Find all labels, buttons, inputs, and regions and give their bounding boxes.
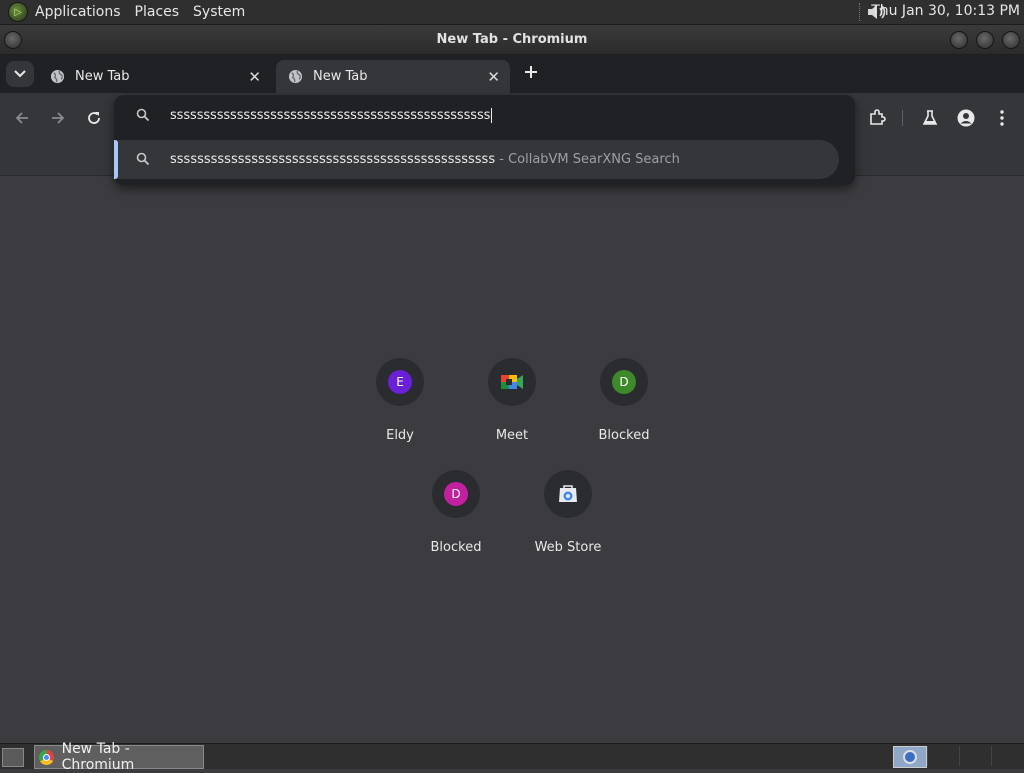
account-icon <box>957 109 975 127</box>
shortcut-label: Meet <box>495 428 529 443</box>
profile-button[interactable] <box>955 107 977 129</box>
google-meet-icon <box>501 375 523 389</box>
menu-button[interactable] <box>991 107 1013 129</box>
minimize-button[interactable] <box>950 31 968 49</box>
chevron-down-icon <box>14 70 26 78</box>
puzzle-icon <box>870 109 886 125</box>
flask-icon <box>922 110 938 125</box>
reload-icon <box>88 112 100 124</box>
clock[interactable]: Thu Jan 30, 10:13 PM <box>871 3 1020 19</box>
arrow-right-icon <box>52 112 65 124</box>
shortcut-label: Eldy <box>386 428 414 443</box>
workspace-3[interactable] <box>959 746 990 766</box>
shortcut-icon-frame: D <box>600 358 648 406</box>
shortcut-label: Blocked <box>598 428 650 443</box>
menu-system[interactable]: System <box>186 4 252 20</box>
workspace-4[interactable] <box>991 746 1022 766</box>
top-panel: ▷ Applications Places System Thu Jan 30,… <box>0 0 1024 25</box>
shortcut-meet[interactable]: Meet <box>462 358 562 443</box>
address-bar-text: ssssssssssssssssssssssssssssssssssssssss… <box>170 108 491 123</box>
letter-avatar-icon: E <box>388 370 412 394</box>
tab-new-tab-1[interactable]: New Tab ✕ <box>38 60 271 93</box>
forward-button[interactable] <box>47 107 69 129</box>
show-desktop-icon[interactable] <box>2 748 24 767</box>
globe-icon <box>288 69 303 84</box>
shortcut-label: Blocked <box>430 540 482 555</box>
tab-search-button[interactable] <box>6 61 34 87</box>
applications-logo-icon[interactable]: ▷ <box>8 2 28 22</box>
plus-icon <box>525 66 537 78</box>
close-tab-icon[interactable]: ✕ <box>487 68 500 86</box>
tab-new-tab-2[interactable]: New Tab ✕ <box>276 60 510 93</box>
taskbar-window-label: New Tab - Chromium <box>61 741 135 773</box>
chromium-icon <box>39 749 54 765</box>
menu-applications[interactable]: Applications <box>28 4 128 20</box>
tab-label: New Tab <box>75 69 130 84</box>
suggestion-engine: - CollabVM SearXNG Search <box>495 152 680 167</box>
shortcut-icon-frame <box>544 470 592 518</box>
toolbar-separator <box>902 110 903 126</box>
shortcut-icon-frame: E <box>376 358 424 406</box>
shortcut-web-store[interactable]: Web Store <box>518 470 618 555</box>
globe-icon <box>50 69 65 84</box>
panel-separator <box>859 3 862 21</box>
tab-label: New Tab <box>313 69 368 84</box>
bottom-taskbar: New Tab - Chromium <box>0 741 1024 773</box>
suggestion-text: ssssssssssssssssssssssssssssssssssssssss… <box>170 152 680 167</box>
shortcut-eldy[interactable]: E Eldy <box>350 358 450 443</box>
shortcut-blocked-2[interactable]: D Blocked <box>406 470 506 555</box>
shortcut-icon-frame <box>488 358 536 406</box>
suggestion-focus-indicator <box>114 140 118 179</box>
text-caret <box>491 108 493 123</box>
extensions-button[interactable] <box>866 107 888 129</box>
shortcut-blocked-1[interactable]: D Blocked <box>574 358 674 443</box>
shortcut-icon-frame: D <box>432 470 480 518</box>
window-title-bar[interactable]: New Tab - Chromium <box>0 25 1024 55</box>
search-icon <box>136 108 150 122</box>
new-tab-button[interactable] <box>520 61 542 85</box>
workspace-2[interactable] <box>927 746 958 766</box>
tab-strip: New Tab ✕ New Tab ✕ <box>0 55 1024 93</box>
close-window-button[interactable] <box>1002 31 1020 49</box>
close-tab-icon[interactable]: ✕ <box>248 68 261 86</box>
letter-avatar-icon: D <box>444 482 468 506</box>
web-store-icon <box>559 485 577 502</box>
window-title: New Tab - Chromium <box>436 32 588 47</box>
shortcut-label: Web Store <box>534 540 602 555</box>
chromium-icon <box>903 750 917 764</box>
maximize-button[interactable] <box>976 31 994 49</box>
letter-avatar-icon: D <box>612 370 636 394</box>
more-vertical-icon <box>1000 110 1004 126</box>
reload-button[interactable] <box>83 107 105 129</box>
omnibox-suggestion[interactable]: ssssssssssssssssssssssssssssssssssssssss… <box>114 140 839 179</box>
address-bar-input[interactable]: ssssssssssssssssssssssssssssssssssssssss… <box>170 108 493 123</box>
workspace-switcher-active[interactable] <box>893 746 927 768</box>
menu-places[interactable]: Places <box>128 4 187 20</box>
search-icon <box>136 152 150 166</box>
omnibox-dropdown: ssssssssssssssssssssssssssssssssssssssss… <box>114 95 855 185</box>
labs-button[interactable] <box>919 107 941 129</box>
back-button[interactable] <box>11 107 33 129</box>
taskbar-window-button[interactable]: New Tab - Chromium <box>34 741 204 773</box>
arrow-left-icon <box>15 112 28 124</box>
suggestion-query: ssssssssssssssssssssssssssssssssssssssss… <box>170 152 496 167</box>
